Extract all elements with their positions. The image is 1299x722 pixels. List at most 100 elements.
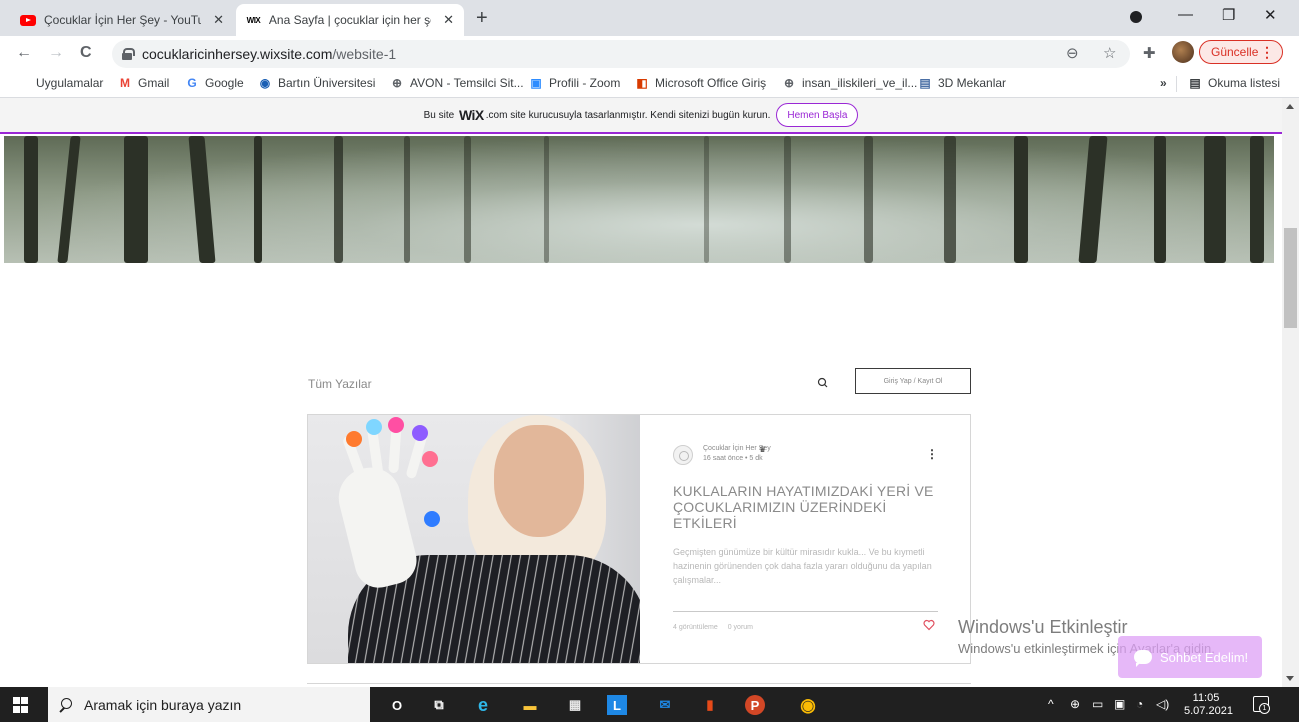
- volume-icon[interactable]: ◁): [1156, 697, 1169, 711]
- hero-forest-image: [4, 136, 1274, 263]
- bookmark-star-icon[interactable]: ☆: [1103, 44, 1116, 62]
- more-options-icon[interactable]: ⋮: [926, 447, 938, 461]
- search-icon[interactable]: [816, 376, 830, 390]
- bookmark-zoom[interactable]: ▣ Profili - Zoom: [529, 76, 620, 90]
- minimize-button[interactable]: —: [1178, 6, 1193, 23]
- file-explorer-icon[interactable]: ▬: [517, 692, 543, 718]
- taskbar-search[interactable]: Aramak için buraya yazın: [48, 687, 370, 722]
- extensions-icon[interactable]: ✚: [1143, 44, 1156, 62]
- heart-icon[interactable]: [923, 619, 935, 631]
- chat-button[interactable]: Sohbet Edelim!: [1118, 636, 1262, 678]
- windows-taskbar: Aramak için buraya yazın O ⧉ e ▬ ▦ L ✉ ▮…: [0, 687, 1299, 722]
- close-tab-icon[interactable]: ✕: [443, 12, 454, 28]
- tab-title: Çocuklar İçin Her Şey - YouTube: [44, 13, 202, 27]
- windows-start-icon[interactable]: [13, 697, 29, 713]
- browser-toolbar: ← → C cocuklaricinhersey.wixsite.com/web…: [0, 36, 1299, 70]
- crown-icon: ♛: [759, 445, 767, 454]
- tray-chevron-icon[interactable]: ^: [1048, 697, 1054, 711]
- login-signup-button[interactable]: Giriş Yap / Kayıt Ol: [855, 368, 971, 394]
- blog-navigation: Tüm Yazılar Giriş Yap / Kayıt Ol: [308, 368, 971, 400]
- mail-icon[interactable]: ✉: [652, 692, 678, 718]
- chat-label: Sohbet Edelim!: [1160, 649, 1249, 665]
- zoom-icon[interactable]: ⊖: [1066, 44, 1079, 62]
- notification-count: 1: [1259, 703, 1270, 714]
- bookmark-avon[interactable]: ⊕ AVON - Temsilci Sit...: [390, 76, 524, 90]
- profile-icon[interactable]: [1130, 11, 1142, 23]
- store-icon[interactable]: ▦: [562, 692, 588, 718]
- task-view-icon[interactable]: ⧉: [426, 692, 452, 718]
- wix-logo: WiX: [458, 107, 484, 123]
- bookmarks-overflow-icon[interactable]: »: [1160, 76, 1167, 90]
- tab-youtube[interactable]: Çocuklar İçin Her Şey - YouTube ✕: [10, 4, 234, 36]
- reading-list[interactable]: ▤ Okuma listesi: [1188, 76, 1280, 90]
- battery-icon[interactable]: ▭: [1092, 697, 1103, 711]
- scroll-down-icon[interactable]: [1286, 676, 1294, 681]
- bookmark-label: Microsoft Office Giriş: [655, 76, 767, 90]
- banner-prefix: Bu site: [423, 109, 455, 121]
- bookmarks-divider: [1176, 76, 1177, 92]
- chat-bubble-icon: [1134, 650, 1152, 667]
- bookmarks-bar: Uygulamalar M Gmail G Google ◉ Bartın Ün…: [0, 70, 1299, 98]
- post-cover-image[interactable]: [308, 415, 640, 663]
- bookmark-label: insan_iliskileri_ve_il...: [802, 76, 918, 90]
- back-button[interactable]: ←: [16, 44, 32, 62]
- reload-button[interactable]: C: [80, 44, 92, 62]
- bookmark-label: Google: [205, 76, 244, 90]
- meet-now-icon[interactable]: ▣: [1114, 697, 1125, 711]
- author-avatar[interactable]: [673, 445, 693, 465]
- update-label: Güncelle: [1211, 45, 1259, 59]
- wifi-icon[interactable]: ◔: [1136, 697, 1143, 711]
- lock-icon[interactable]: [122, 48, 135, 60]
- lingo-icon[interactable]: L: [607, 695, 627, 715]
- comments-count[interactable]: 0 yorum: [728, 624, 753, 631]
- post-title[interactable]: KUKLALARIN HAYATIMIZDAKİ YERİ VE ÇOCUKLA…: [673, 483, 943, 531]
- tab-wix[interactable]: WIX Ana Sayfa | çocuklar için her şey ✕: [236, 4, 464, 36]
- new-tab-button[interactable]: +: [476, 8, 488, 28]
- bookmark-bartin[interactable]: ◉ Bartın Üniversitesi: [258, 76, 376, 90]
- close-tab-icon[interactable]: ✕: [213, 12, 224, 28]
- blog-post-card[interactable]: Çocuklar İçin Her Şey ♛ 16 saat önce • 5…: [307, 414, 971, 664]
- bookmark-insan[interactable]: ⊕ insan_iliskileri_ve_il...: [782, 76, 917, 90]
- menu-icon[interactable]: ⋮: [1260, 44, 1274, 61]
- all-posts-link[interactable]: Tüm Yazılar: [308, 377, 372, 391]
- url-path: /website-1: [332, 46, 397, 62]
- page-scrollbar[interactable]: [1282, 98, 1299, 687]
- clock-date: 5.07.2021: [1184, 705, 1233, 717]
- search-icon: [58, 697, 72, 712]
- clock-time: 11:05: [1192, 692, 1220, 704]
- bookmark-office[interactable]: ◧ Microsoft Office Giriş: [635, 76, 766, 90]
- post-stats: 4 görüntüleme 0 yorum: [673, 624, 753, 631]
- start-now-button[interactable]: Hemen Başla: [776, 103, 859, 127]
- tab-title: Ana Sayfa | çocuklar için her şey: [268, 13, 432, 27]
- bookmark-google[interactable]: G Google: [185, 76, 244, 90]
- office-icon[interactable]: ▮: [697, 692, 723, 718]
- edge-icon[interactable]: e: [470, 692, 496, 718]
- scroll-thumb[interactable]: [1284, 228, 1297, 328]
- restore-button[interactable]: ❐: [1222, 6, 1235, 24]
- powerpoint-icon[interactable]: P: [745, 695, 765, 715]
- bookmark-gmail[interactable]: M Gmail: [118, 76, 169, 90]
- people-icon[interactable]: ⊕: [1070, 697, 1080, 711]
- bookmark-3d[interactable]: ▤ 3D Mekanlar: [918, 76, 1006, 90]
- post-divider: [673, 611, 938, 612]
- bookmark-label: Gmail: [138, 76, 170, 90]
- cortana-icon[interactable]: O: [384, 692, 410, 718]
- bookmark-label: Uygulamalar: [36, 76, 104, 90]
- post-excerpt: Geçmişten günümüze bir kültür mirasıdır …: [673, 547, 932, 585]
- wix-ad-banner: Bu site WiX .com site kurucusuyla tasarl…: [0, 98, 1282, 134]
- post-summary: Çocuklar İçin Her Şey ♛ 16 saat önce • 5…: [673, 443, 938, 653]
- bookmark-label: AVON - Temsilci Sit...: [410, 76, 524, 90]
- scroll-up-icon[interactable]: [1286, 104, 1294, 109]
- zoom-icon: ▣: [530, 76, 542, 90]
- wix-icon: WIX: [246, 15, 261, 25]
- avatar[interactable]: [1172, 41, 1194, 63]
- forward-button[interactable]: →: [48, 44, 64, 62]
- bookmark-label: Bartın Üniversitesi: [278, 76, 376, 90]
- close-window-button[interactable]: ✕: [1264, 6, 1277, 24]
- post-author-row: Çocuklar İçin Her Şey ♛ 16 saat önce • 5…: [673, 443, 938, 467]
- chrome-icon[interactable]: ◉: [795, 692, 821, 718]
- update-button[interactable]: Güncelle ⋮: [1199, 40, 1283, 64]
- bookmark-apps[interactable]: Uygulamalar: [16, 76, 103, 90]
- taskbar-clock[interactable]: 11:05 5.07.2021: [1184, 692, 1233, 718]
- address-bar[interactable]: cocuklaricinhersey.wixsite.com/website-1: [112, 40, 1130, 68]
